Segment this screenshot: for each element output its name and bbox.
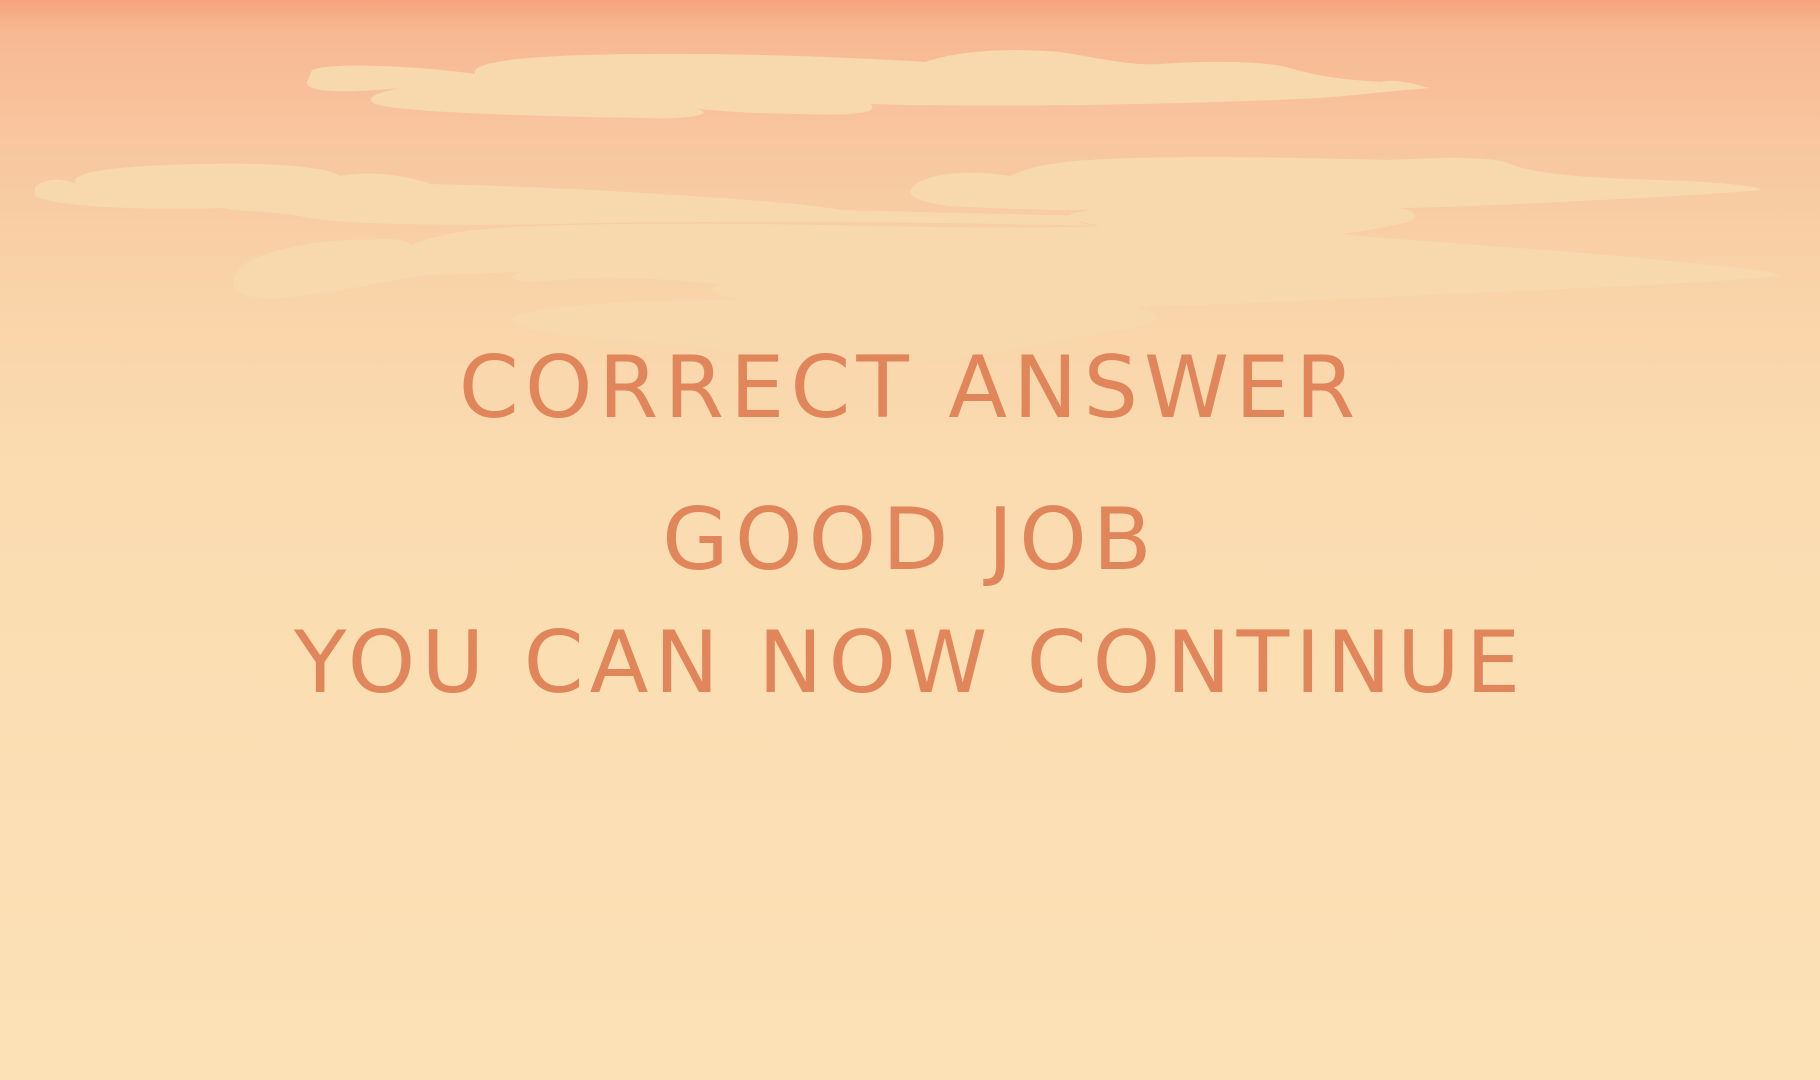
correct-answer-title: CORRECT ANSWER: [458, 338, 1362, 438]
game-feedback-screen: CORRECT ANSWER GOOD JOB YOU CAN NOW CONT…: [0, 0, 1820, 1080]
cloud-top: [306, 50, 1431, 119]
cloud-right-band: [233, 157, 1780, 317]
continue-instruction-text: YOU CAN NOW CONTINUE: [293, 613, 1527, 713]
clouds-group: [35, 50, 1780, 363]
good-job-text: GOOD JOB: [662, 490, 1158, 590]
